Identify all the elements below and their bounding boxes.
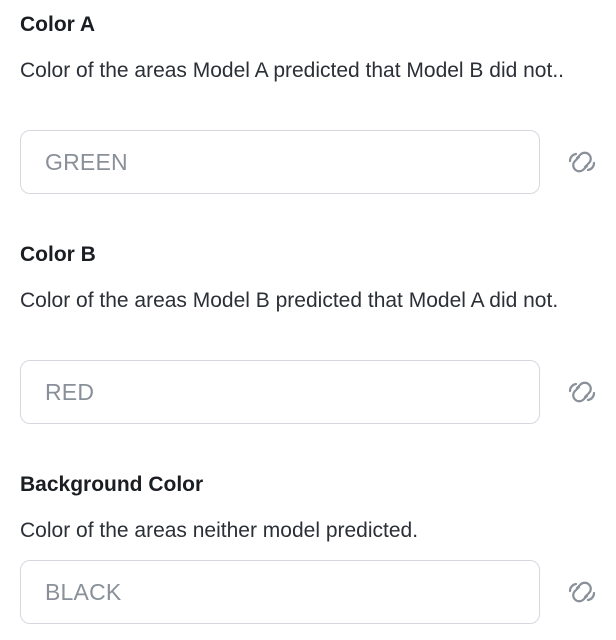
field-description: Color of the areas neither model predict…: [20, 519, 419, 542]
link-icon: [568, 151, 596, 173]
link-button[interactable]: [560, 144, 604, 180]
field-description: Color of the areas Model A predicted tha…: [20, 59, 564, 82]
color-b-input[interactable]: RED: [20, 360, 540, 424]
field-label: Color A: [20, 13, 96, 36]
link-icon: [568, 381, 596, 403]
field-description: Color of the areas Model B predicted tha…: [20, 289, 559, 312]
link-icon: [568, 581, 596, 603]
link-button[interactable]: [560, 374, 604, 410]
field-label: Background Color: [20, 473, 204, 496]
field-label: Color B: [20, 243, 96, 266]
input-value: BLACK: [45, 578, 122, 605]
input-value: RED: [45, 378, 95, 405]
color-a-input[interactable]: GREEN: [20, 130, 540, 194]
input-value: GREEN: [45, 148, 128, 175]
background-color-input[interactable]: BLACK: [20, 560, 540, 624]
link-button[interactable]: [560, 574, 604, 610]
